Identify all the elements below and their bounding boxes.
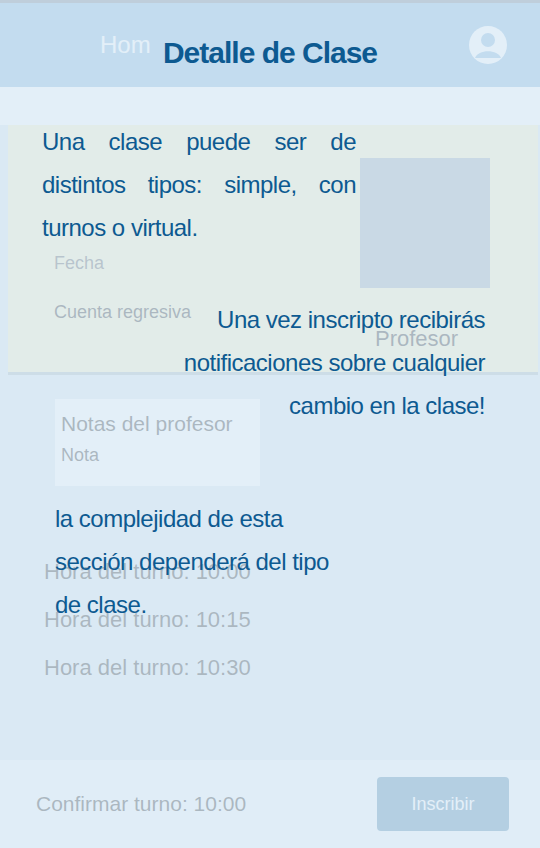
tutorial-tip: Una clase puede ser de distintos tipos: … (42, 120, 356, 249)
tutorial-tip: Una vez inscripto recibirás notificacion… (173, 298, 485, 427)
tutorial-tip: la complejidad de esta sección dependerá… (55, 497, 335, 626)
tutorial-title: Detalle de Clase (0, 30, 540, 75)
app-screen: HomFechaCuenta regresivaProfesorNotas de… (0, 0, 540, 848)
tutorial-overlay[interactable]: Detalle de Clase Una clase puede ser de d… (0, 0, 540, 848)
